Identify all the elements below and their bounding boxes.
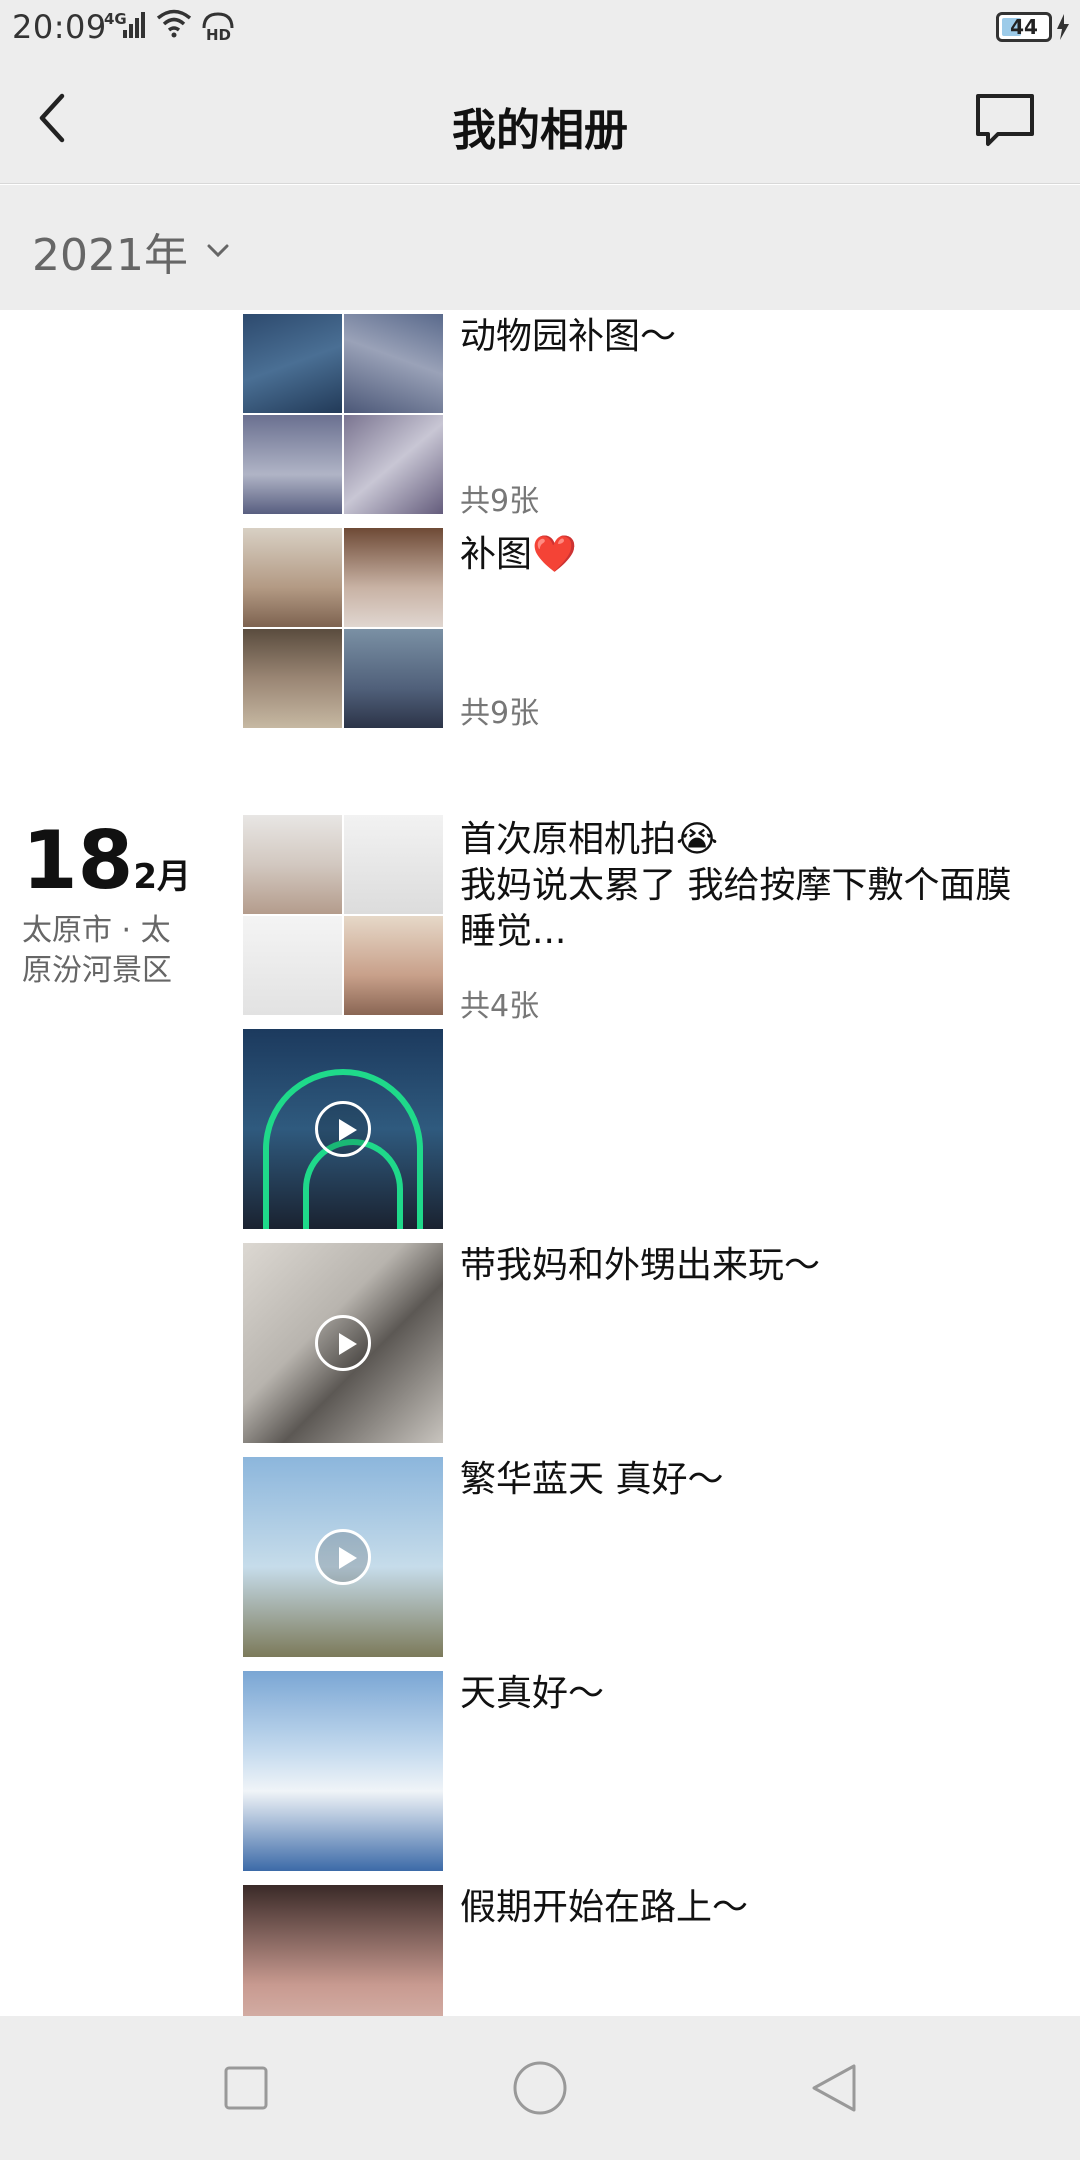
status-time: 20:09 xyxy=(12,8,107,46)
year-filter-bar: 2021年 xyxy=(0,185,1080,310)
video-thumbnail[interactable] xyxy=(243,1457,443,1657)
post-text: 带我妈和外甥出来玩～ xyxy=(460,1245,821,1286)
post-text: 补图❤️ xyxy=(460,534,577,575)
post-entry[interactable]: 动物园补图～ 共9张 xyxy=(0,314,1080,524)
location-text: 太原市 · 太原汾河景区 xyxy=(22,913,172,988)
play-icon[interactable] xyxy=(315,1101,371,1157)
date-month: 2月 xyxy=(133,857,191,897)
messages-button[interactable] xyxy=(974,92,1036,148)
post-entry[interactable]: 182月 太原市 · 太原汾河景区 首次原相机拍😭 我妈说太累了 我给按摩下敷个… xyxy=(0,815,1080,1025)
photo-thumbnail[interactable] xyxy=(243,528,342,627)
play-icon[interactable] xyxy=(315,1315,371,1371)
svg-text:HD: HD xyxy=(206,26,231,42)
video-thumbnail[interactable] xyxy=(243,1029,443,1229)
photo-thumbnail[interactable] xyxy=(243,629,342,728)
photo-thumbnail[interactable] xyxy=(243,314,342,413)
page-title: 我的相册 xyxy=(452,105,628,156)
battery-level-text: 44 xyxy=(1010,15,1038,39)
square-icon xyxy=(224,2066,268,2110)
photo-grid[interactable] xyxy=(243,815,443,1015)
charging-icon xyxy=(1057,14,1069,40)
photo-thumbnail[interactable] xyxy=(344,629,443,728)
post-entry[interactable]: 天真好～ xyxy=(0,1671,1080,1871)
wifi-icon xyxy=(156,9,192,38)
photo-thumbnail[interactable] xyxy=(243,1885,443,2016)
hd-voice-icon: HD xyxy=(202,12,234,42)
photo-thumbnail[interactable] xyxy=(344,815,443,914)
photo-thumbnail[interactable] xyxy=(243,415,342,514)
photo-count: 共9张 xyxy=(460,484,540,519)
signal-icon xyxy=(123,12,145,38)
video-thumbnail[interactable] xyxy=(243,1243,443,1443)
home-button[interactable] xyxy=(508,2056,572,2120)
year-label: 2021年 xyxy=(32,230,188,281)
post-text: 假期开始在路上～ xyxy=(460,1887,749,1928)
photo-thumbnail[interactable] xyxy=(344,415,443,514)
triangle-back-icon xyxy=(812,2064,856,2112)
photo-thumbnail[interactable] xyxy=(243,1671,443,1871)
post-entry[interactable] xyxy=(0,1029,1080,1229)
date-block: 182月 太原市 · 太原汾河景区 xyxy=(22,815,192,991)
date-day: 18 xyxy=(22,814,134,907)
photo-thumbnail[interactable] xyxy=(344,528,443,627)
title-bar: 我的相册 xyxy=(0,56,1080,184)
speech-bubble-icon xyxy=(976,94,1034,146)
navigation-bar xyxy=(0,2016,1080,2160)
chevron-down-icon xyxy=(207,244,229,258)
photo-count: 共4张 xyxy=(460,989,540,1024)
post-text: 动物园补图～ xyxy=(460,316,677,357)
system-back-button[interactable] xyxy=(802,2056,866,2120)
photo-grid[interactable] xyxy=(243,314,443,514)
recent-apps-button[interactable] xyxy=(214,2056,278,2120)
album-feed[interactable]: 动物园补图～ 共9张 补图❤️ 共9张 182月 太原市 · 太原汾河景区 首次… xyxy=(0,310,1080,2016)
post-entry[interactable]: 繁华蓝天 真好～ xyxy=(0,1457,1080,1657)
photo-thumbnail[interactable] xyxy=(344,314,443,413)
photo-thumbnail[interactable] xyxy=(243,815,342,914)
post-text: 首次原相机拍😭 我妈说太累了 我给按摩下敷个面膜睡觉... xyxy=(460,819,1012,952)
circle-icon xyxy=(513,2061,567,2115)
year-filter-dropdown[interactable]: 2021年 xyxy=(32,219,230,283)
photo-thumbnail[interactable] xyxy=(344,916,443,1015)
battery-indicator: 44 xyxy=(996,12,1052,42)
post-text: 繁华蓝天 真好～ xyxy=(460,1459,724,1500)
post-entry[interactable]: 带我妈和外甥出来玩～ xyxy=(0,1243,1080,1443)
photo-thumbnail[interactable] xyxy=(243,916,342,1015)
post-entry[interactable]: 假期开始在路上～ xyxy=(0,1885,1080,2016)
photo-grid[interactable] xyxy=(243,528,443,728)
post-text: 天真好～ xyxy=(460,1673,605,1714)
status-bar: 20:09 4G HD 44 xyxy=(0,0,1080,56)
photo-count: 共9张 xyxy=(460,696,540,731)
post-entry[interactable]: 补图❤️ 共9张 xyxy=(0,528,1080,738)
play-icon[interactable] xyxy=(315,1529,371,1585)
